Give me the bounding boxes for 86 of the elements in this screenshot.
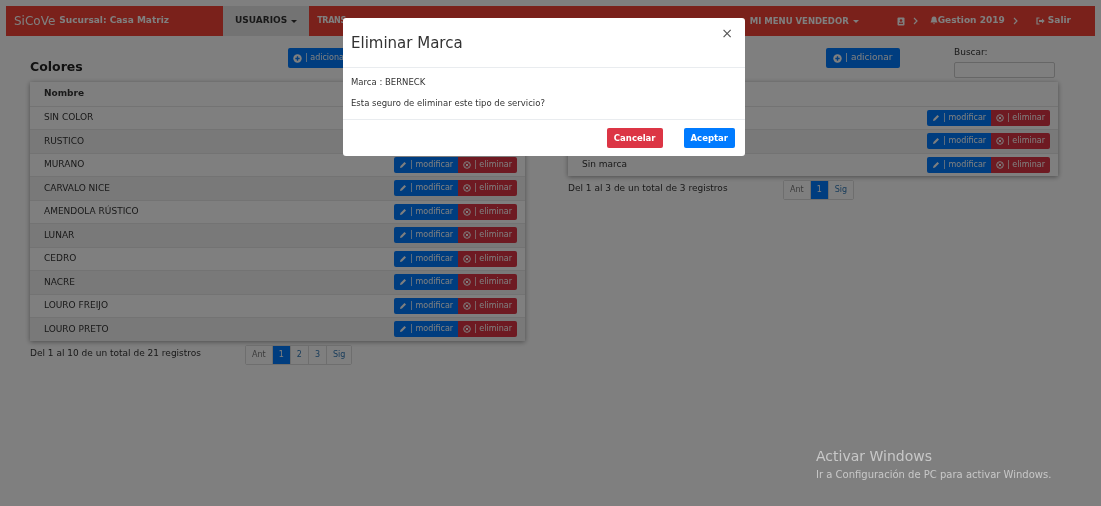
- pencil-icon: [932, 160, 941, 169]
- table-cell-text: MURANO: [44, 158, 86, 171]
- table-cell-text: AMENDOLA RÚSTICO: [44, 205, 140, 218]
- search-field[interactable]: [954, 61, 1055, 78]
- pencil-icon: [399, 184, 408, 193]
- table-cell-text: CARVALO NICE: [44, 181, 111, 195]
- edit-button[interactable]: | modificar: [394, 274, 459, 291]
- edit-button[interactable]: | modificar: [394, 250, 459, 267]
- cancel-icon: [463, 160, 472, 169]
- pencil-icon: [932, 113, 941, 122]
- delete-button[interactable]: | eliminar: [458, 180, 517, 197]
- table-cell-text: Sin marca: [582, 158, 629, 171]
- plus-icon: [293, 53, 302, 63]
- table-cell-text: LOURO FREIJO: [44, 299, 110, 312]
- records-summary: Del 1 al 10 de un total de 21 registros: [30, 346, 203, 360]
- cancel-icon: [463, 325, 472, 334]
- table-cell-text: SIN COLOR: [44, 111, 95, 124]
- pencil-icon: [399, 301, 408, 310]
- cancel-icon: [463, 231, 472, 240]
- delete-button[interactable]: | eliminar: [458, 250, 517, 267]
- chevron-right-icon: [912, 17, 918, 25]
- column-header: Nombre: [44, 87, 86, 100]
- accept-button[interactable]: Aceptar: [683, 128, 735, 148]
- delete-button[interactable]: | eliminar: [458, 203, 517, 220]
- cancel-icon: [996, 160, 1005, 169]
- delete-button[interactable]: | eliminar: [991, 109, 1050, 126]
- records-summary: Del 1 al 3 de un total de 3 registros: [568, 182, 729, 195]
- page-button[interactable]: Sig: [325, 345, 352, 364]
- activation-title: Activar Windows: [816, 447, 933, 466]
- logout-link[interactable]: Salir: [1035, 14, 1071, 28]
- add-button[interactable]: | adicionar: [826, 48, 900, 68]
- user-menu[interactable]: MI MENU VENDEDOR: [749, 14, 859, 28]
- table-cell-text: RUSTICO: [44, 134, 86, 148]
- modal-title: Eliminar Marca: [351, 33, 463, 52]
- sign-out-icon: [1035, 16, 1045, 25]
- table-cell-text: NACRE: [44, 275, 76, 289]
- delete-button[interactable]: | eliminar: [458, 297, 517, 314]
- cancel-icon: [463, 301, 472, 310]
- edit-button[interactable]: | modificar: [927, 156, 992, 173]
- table-cell-text: CEDRO: [44, 252, 78, 265]
- id-card-icon: [896, 16, 905, 26]
- cancel-icon: [996, 137, 1005, 146]
- cancel-icon: [996, 113, 1005, 122]
- pencil-icon: [399, 254, 408, 263]
- branch-label: Sucursal: Casa Matriz: [59, 14, 169, 28]
- edit-button[interactable]: | modificar: [394, 203, 459, 220]
- edit-button[interactable]: | modificar: [927, 133, 992, 150]
- pencil-icon: [399, 231, 408, 240]
- pencil-icon: [399, 207, 408, 216]
- search-label: Buscar:: [954, 46, 988, 59]
- modal-text: Esta seguro de eliminar este tipo de servicio?: [351, 96, 546, 110]
- edit-button[interactable]: | modificar: [394, 321, 459, 338]
- cancel-icon: [463, 207, 472, 216]
- activation-text: Ir a Configuración de PC para activar Windows.: [816, 468, 1052, 482]
- page-button[interactable]: 1: [271, 345, 290, 364]
- edit-button[interactable]: | modificar: [927, 109, 992, 126]
- cancel-icon: [463, 184, 472, 193]
- delete-button[interactable]: | eliminar: [458, 227, 517, 244]
- delete-button[interactable]: | eliminar: [991, 156, 1050, 173]
- pencil-icon: [932, 137, 941, 146]
- chevron-right-icon: [1012, 17, 1018, 25]
- bell-icon: [929, 16, 938, 26]
- table-cell-text: LUNAR: [44, 228, 76, 242]
- delete-button[interactable]: | eliminar: [458, 274, 517, 291]
- table-cell-text: LOURO PRETO: [44, 322, 110, 336]
- cancel-icon: [463, 278, 472, 287]
- pencil-icon: [399, 325, 408, 334]
- modal-text: Marca : BERNECK: [351, 76, 427, 89]
- edit-button[interactable]: | modificar: [394, 297, 459, 314]
- page-button[interactable]: Sig: [827, 181, 854, 199]
- delete-button[interactable]: | eliminar: [991, 133, 1050, 150]
- plus-icon: [833, 53, 842, 63]
- edit-button[interactable]: | modificar: [394, 227, 459, 244]
- brand-name[interactable]: SiCoVe: [14, 12, 56, 30]
- nav-menu-item[interactable]: USUARIOS: [223, 6, 310, 36]
- delete-button[interactable]: | eliminar: [458, 156, 517, 173]
- edit-button[interactable]: | modificar: [394, 156, 459, 173]
- delete-button[interactable]: | eliminar: [458, 321, 517, 338]
- cancel-button[interactable]: Cancelar: [606, 128, 663, 148]
- cancel-icon: [463, 254, 472, 263]
- edit-button[interactable]: | modificar: [394, 180, 459, 197]
- pencil-icon: [399, 160, 408, 169]
- section-title: Colores: [30, 59, 83, 74]
- gestion-link[interactable]: Gestion 2019: [929, 14, 1005, 28]
- pencil-icon: [399, 278, 408, 287]
- close-button[interactable]: ×: [717, 23, 737, 44]
